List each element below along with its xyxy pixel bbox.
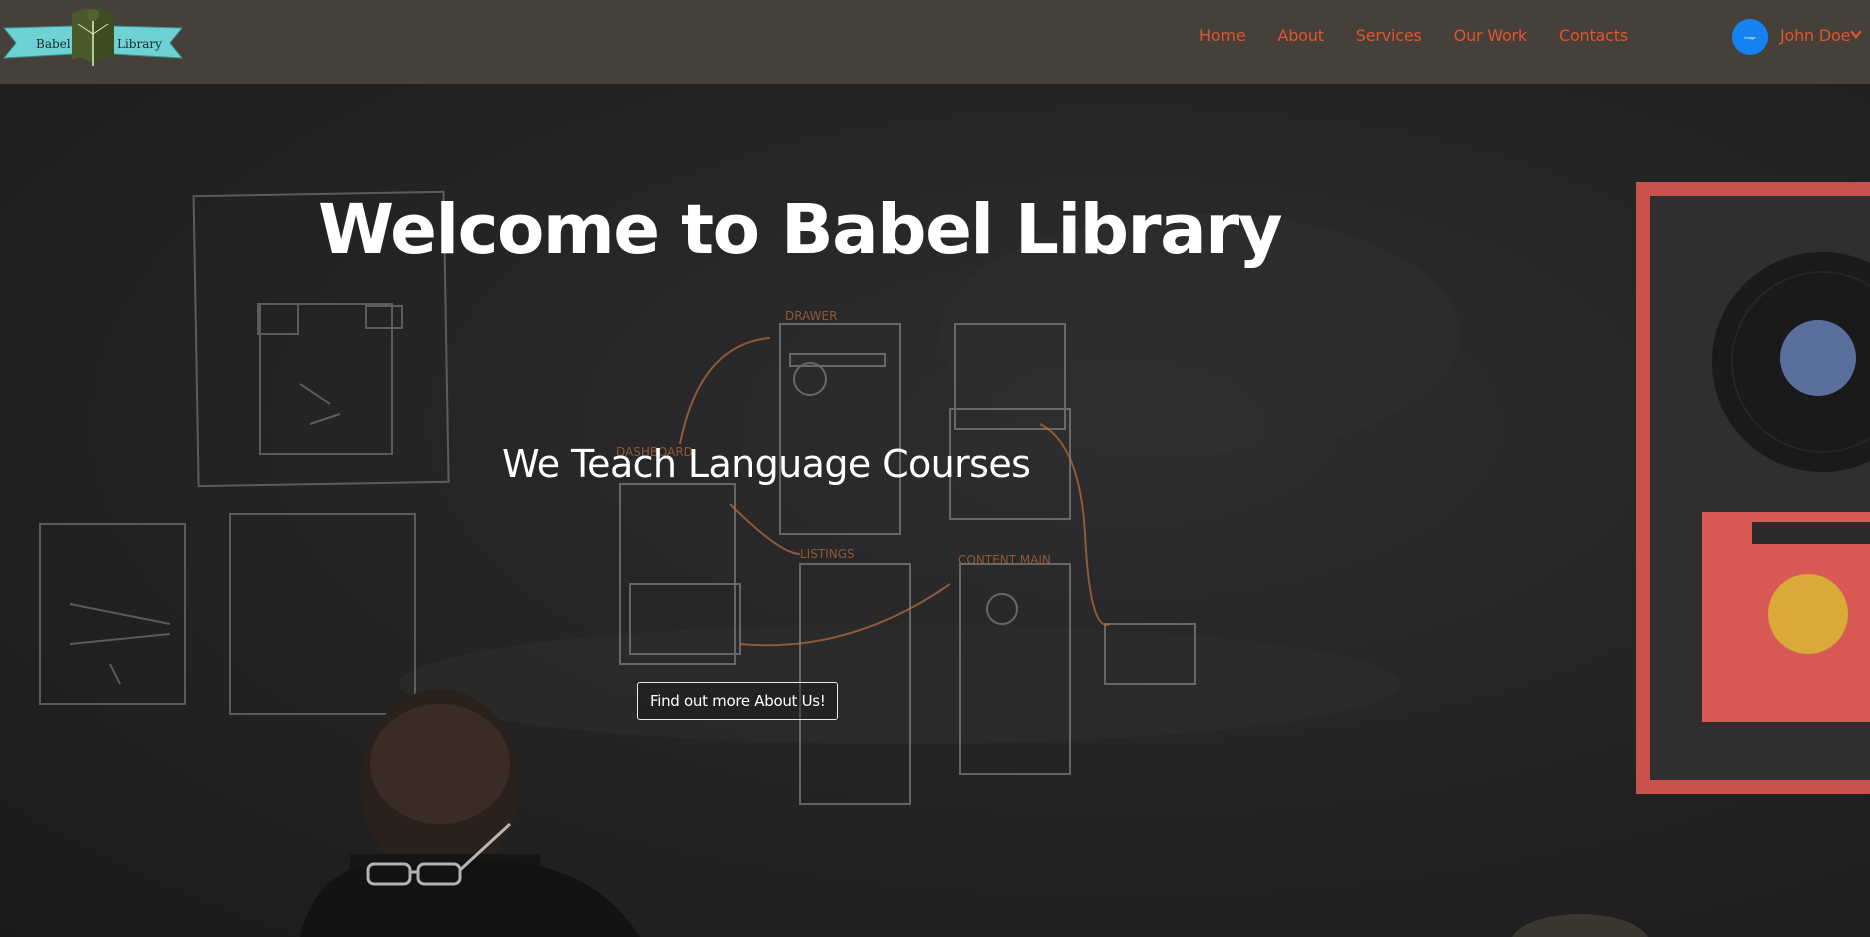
svg-text:LISTINGS: LISTINGS [800,547,855,561]
chevron-down-icon[interactable] [1850,29,1863,39]
navbar: Babel Library Home About Services Our Wo… [0,0,1870,84]
hero-subtitle: We Teach Language Courses [502,442,1031,486]
nav-link-home[interactable]: Home [1183,26,1261,45]
find-out-more-button[interactable]: Find out more About Us! [637,682,839,720]
nav-link-services[interactable]: Services [1340,26,1438,45]
logo-text-left: Babel [36,37,71,51]
hero-section: DRAWER LISTINGS CONTENT MAIN DASHBOARD W… [0,84,1870,937]
svg-text:DRAWER: DRAWER [785,309,837,323]
user-menu[interactable]: image John Doe [1732,19,1863,55]
book-ribbon-logo-icon [2,8,184,66]
avatar-alt-text: image [1744,34,1756,40]
logo-text-right: Library [117,37,162,51]
nav-link-contacts[interactable]: Contacts [1543,26,1644,45]
svg-text:CONTENT MAIN: CONTENT MAIN [958,553,1051,567]
nav-link-our-work[interactable]: Our Work [1438,26,1543,45]
user-name[interactable]: John Doe [1780,26,1850,45]
avatar[interactable]: image [1732,19,1768,55]
site-logo[interactable]: Babel Library [2,4,184,68]
hero-title: Welcome to Babel Library [318,190,1283,270]
nav-link-about[interactable]: About [1261,26,1339,45]
main-nav: Home About Services Our Work Contacts [1183,26,1644,45]
